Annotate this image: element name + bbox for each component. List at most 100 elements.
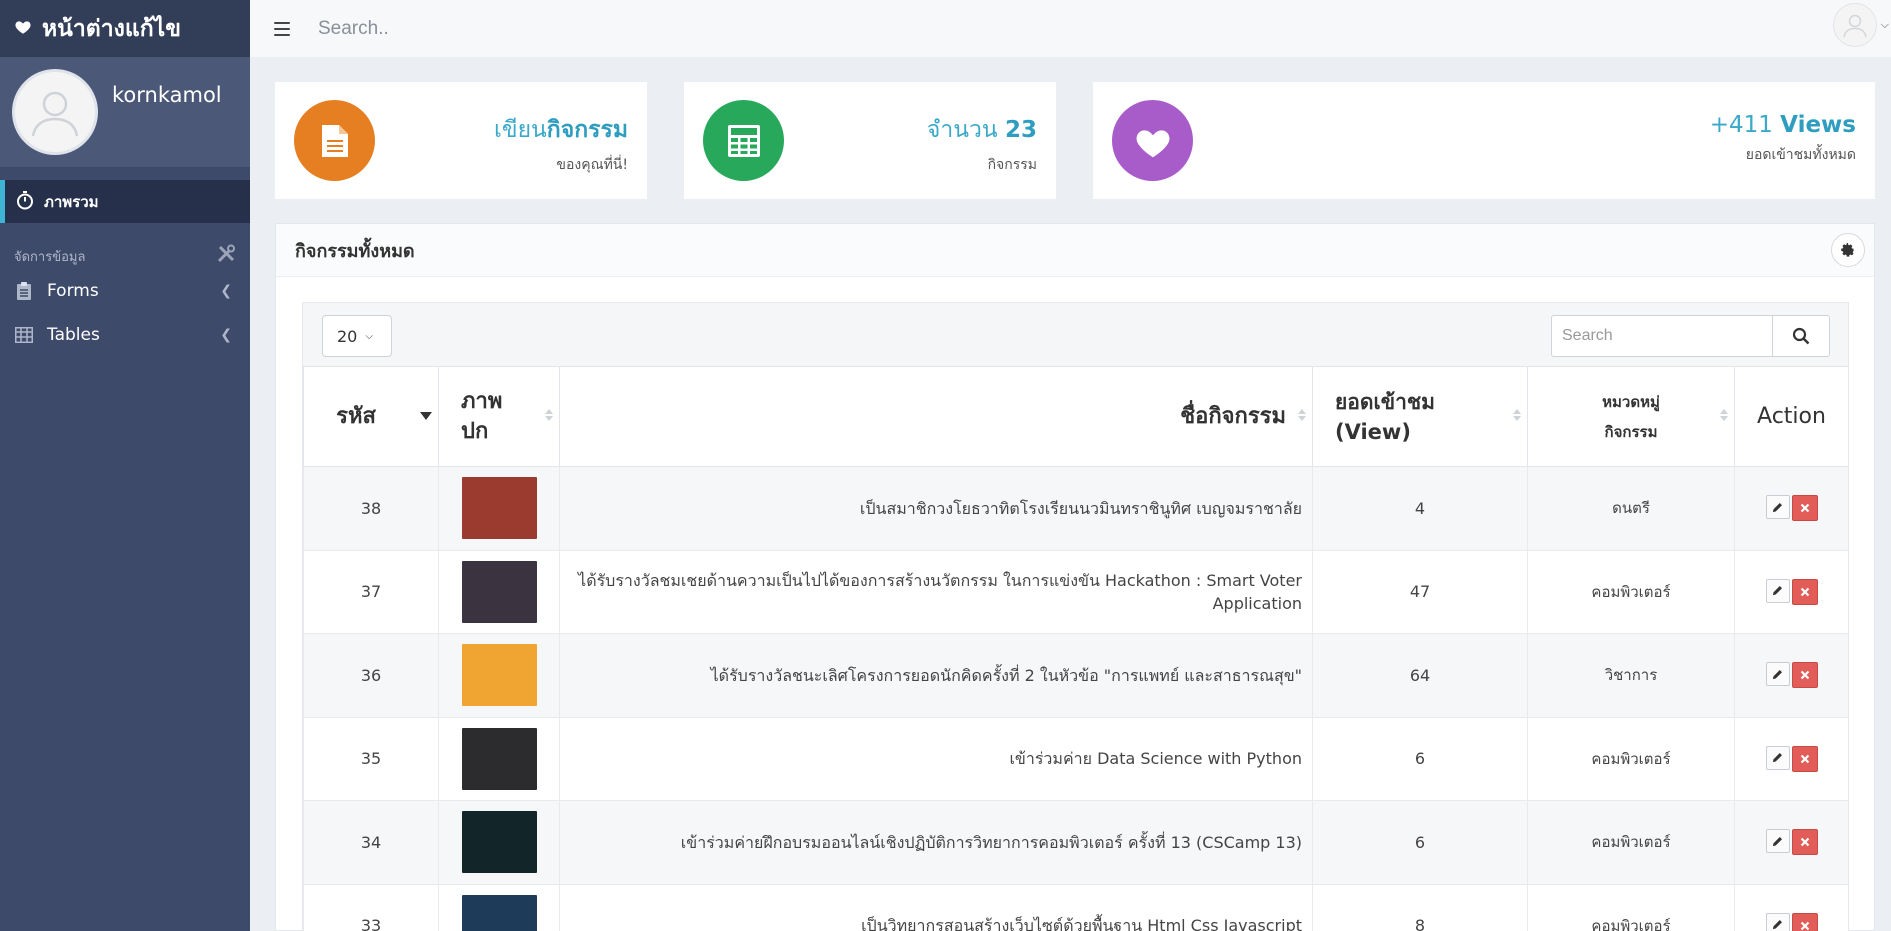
sidebar-item-forms[interactable]: Forms ❮ — [0, 269, 250, 313]
column-header-category[interactable]: หมวดหมู่ กิจกรรม — [1527, 366, 1735, 467]
stat-caption: กิจกรรม — [987, 157, 1037, 173]
stopwatch-icon — [16, 190, 34, 214]
delete-button[interactable] — [1791, 495, 1818, 522]
chevron-left-icon: ❮ — [220, 327, 232, 343]
edit-button[interactable] — [1765, 745, 1790, 770]
user-icon — [31, 91, 79, 137]
cover-thumbnail[interactable] — [461, 560, 537, 623]
cell-views: 6 — [1312, 800, 1528, 885]
column-header-name[interactable]: ชื่อกิจกรรม — [559, 366, 1313, 467]
stat-card-views[interactable]: +411 Views ยอดเข้าชมทั้งหมด — [1093, 82, 1875, 199]
delete-button[interactable] — [1791, 829, 1818, 856]
pencil-icon — [1772, 586, 1782, 596]
cell-views: 6 — [1312, 716, 1528, 801]
table-search-input[interactable] — [1552, 316, 1772, 356]
delete-button[interactable] — [1791, 912, 1818, 931]
topbar: ⌵ — [250, 0, 1891, 57]
stat-caption: ยอดเข้าชมทั้งหมด — [1745, 147, 1856, 163]
edit-button[interactable] — [1765, 829, 1790, 854]
cell-views: 8 — [1312, 883, 1528, 931]
cell-category: คอมพิวเตอร์ — [1527, 716, 1735, 801]
clipboard-icon — [14, 281, 34, 301]
cell-category: คอมพิวเตอร์ — [1527, 549, 1735, 634]
cell-actions — [1734, 800, 1848, 885]
sort-icon — [1720, 409, 1728, 421]
edit-button[interactable] — [1765, 578, 1790, 603]
close-icon — [1800, 670, 1809, 680]
avatar[interactable] — [12, 69, 98, 155]
edit-button[interactable] — [1765, 662, 1790, 687]
cell-category: คอมพิวเตอร์ — [1527, 800, 1735, 885]
edit-button[interactable] — [1765, 912, 1790, 931]
user-avatar[interactable] — [1832, 3, 1877, 47]
cell-category: วิชาการ — [1527, 633, 1735, 718]
cover-thumbnail[interactable] — [461, 894, 537, 931]
sidebar-item-tables[interactable]: Tables ❮ — [0, 313, 250, 357]
data-table-wrapper: 20 ⌵ รหัส ภาพ ปก ชื่อกิจกรรม ยอดเข้าชม (… — [302, 302, 1849, 931]
panel-title: กิจกรรมทั้งหมด — [276, 224, 1874, 277]
pencil-icon — [1772, 836, 1782, 846]
pencil-icon — [1772, 920, 1782, 930]
global-search-input[interactable] — [318, 17, 918, 40]
table-row: 35 เข้าร่วมค่าย Data Science with Python 6… — [303, 716, 1848, 801]
activities-table: รหัส ภาพ ปก ชื่อกิจกรรม ยอดเข้าชม (View)… — [303, 366, 1848, 931]
cover-thumbnail[interactable] — [461, 811, 537, 874]
search-button[interactable] — [1772, 316, 1829, 356]
sort-icon — [545, 409, 553, 421]
stat-value: +411 — [1709, 112, 1781, 138]
cell-name: ได้รับรางวัลชมเชยด้านความเป็นไปได้ของการ… — [559, 549, 1313, 634]
stat-value: 23 — [1004, 117, 1037, 143]
activities-panel: กิจกรรมทั้งหมด 20 ⌵ รหัส ภาพ ปก ชื่อกิจก… — [275, 223, 1875, 931]
cell-id: 38 — [303, 466, 439, 551]
stat-card-write[interactable]: เขียนกิจกรรม ของคุณที่นี่! — [275, 82, 647, 199]
cell-category: คอมพิวเตอร์ — [1527, 883, 1735, 931]
pencil-icon — [1772, 753, 1782, 763]
cover-thumbnail[interactable] — [461, 477, 537, 540]
chevron-down-icon: ⌵ — [1880, 18, 1889, 31]
table-toolbar: 20 ⌵ — [303, 303, 1848, 366]
cell-cover — [438, 549, 560, 634]
column-header-views[interactable]: ยอดเข้าชม (View) — [1312, 366, 1528, 467]
chevron-left-icon: ❮ — [220, 283, 232, 299]
table-search — [1551, 315, 1830, 357]
menu-toggle-icon[interactable] — [274, 21, 290, 36]
table-row: 37 ได้รับรางวัลชมเชยด้านความเป็นไปได้ของก… — [303, 549, 1848, 634]
settings-button[interactable] — [1831, 233, 1865, 267]
cell-name: เข้าร่วมค่าย Data Science with Python — [559, 716, 1313, 801]
cover-thumbnail[interactable] — [461, 727, 537, 790]
cell-actions — [1734, 466, 1848, 551]
edit-button[interactable] — [1765, 495, 1790, 520]
brand-title: หน้าต่างแก้ไข — [42, 15, 181, 42]
sidebar-item-label: Forms — [47, 281, 99, 301]
stat-label-bold: Views — [1780, 112, 1856, 138]
delete-button[interactable] — [1791, 745, 1818, 772]
cell-category: ดนตรี — [1527, 466, 1735, 551]
table-row: 33 เป็นวิทยากรสอนสร้างเว็บไซต์ด้วยพื้นฐาน… — [303, 883, 1848, 931]
table-icon — [14, 327, 34, 343]
cell-views: 47 — [1312, 549, 1528, 634]
sidebar-item-overview[interactable]: ภาพรวม — [0, 180, 250, 223]
column-header-cover[interactable]: ภาพ ปก — [438, 366, 560, 467]
tools-icon — [216, 244, 236, 268]
page-length-select[interactable]: 20 ⌵ — [322, 315, 392, 357]
chevron-down-icon: ⌵ — [365, 330, 373, 342]
stat-caption: ของคุณที่นี่! — [556, 157, 628, 173]
brand[interactable]: หน้าต่างแก้ไข — [0, 0, 250, 57]
cover-thumbnail[interactable] — [461, 644, 537, 707]
close-icon — [1800, 921, 1809, 931]
delete-button[interactable] — [1791, 662, 1818, 689]
user-menu[interactable]: ⌵ — [1832, 3, 1891, 47]
heart-icon — [1112, 100, 1193, 181]
cell-id: 36 — [303, 633, 439, 718]
cell-cover — [438, 716, 560, 801]
table-row: 38 เป็นสมาชิกวงโยธวาทิตโรงเรียนนวมินทราชิ… — [303, 466, 1848, 551]
stat-card-count[interactable]: จำนวน 23 กิจกรรม — [684, 82, 1056, 199]
user-icon — [1842, 14, 1867, 38]
section-label: จัดการข้อมูล — [14, 249, 86, 265]
delete-button[interactable] — [1791, 578, 1818, 605]
search-icon — [1792, 327, 1810, 345]
sort-icon — [1298, 409, 1306, 421]
page-length-value: 20 — [337, 326, 358, 346]
column-header-id[interactable]: รหัส — [303, 366, 439, 467]
cell-id: 33 — [303, 883, 439, 931]
